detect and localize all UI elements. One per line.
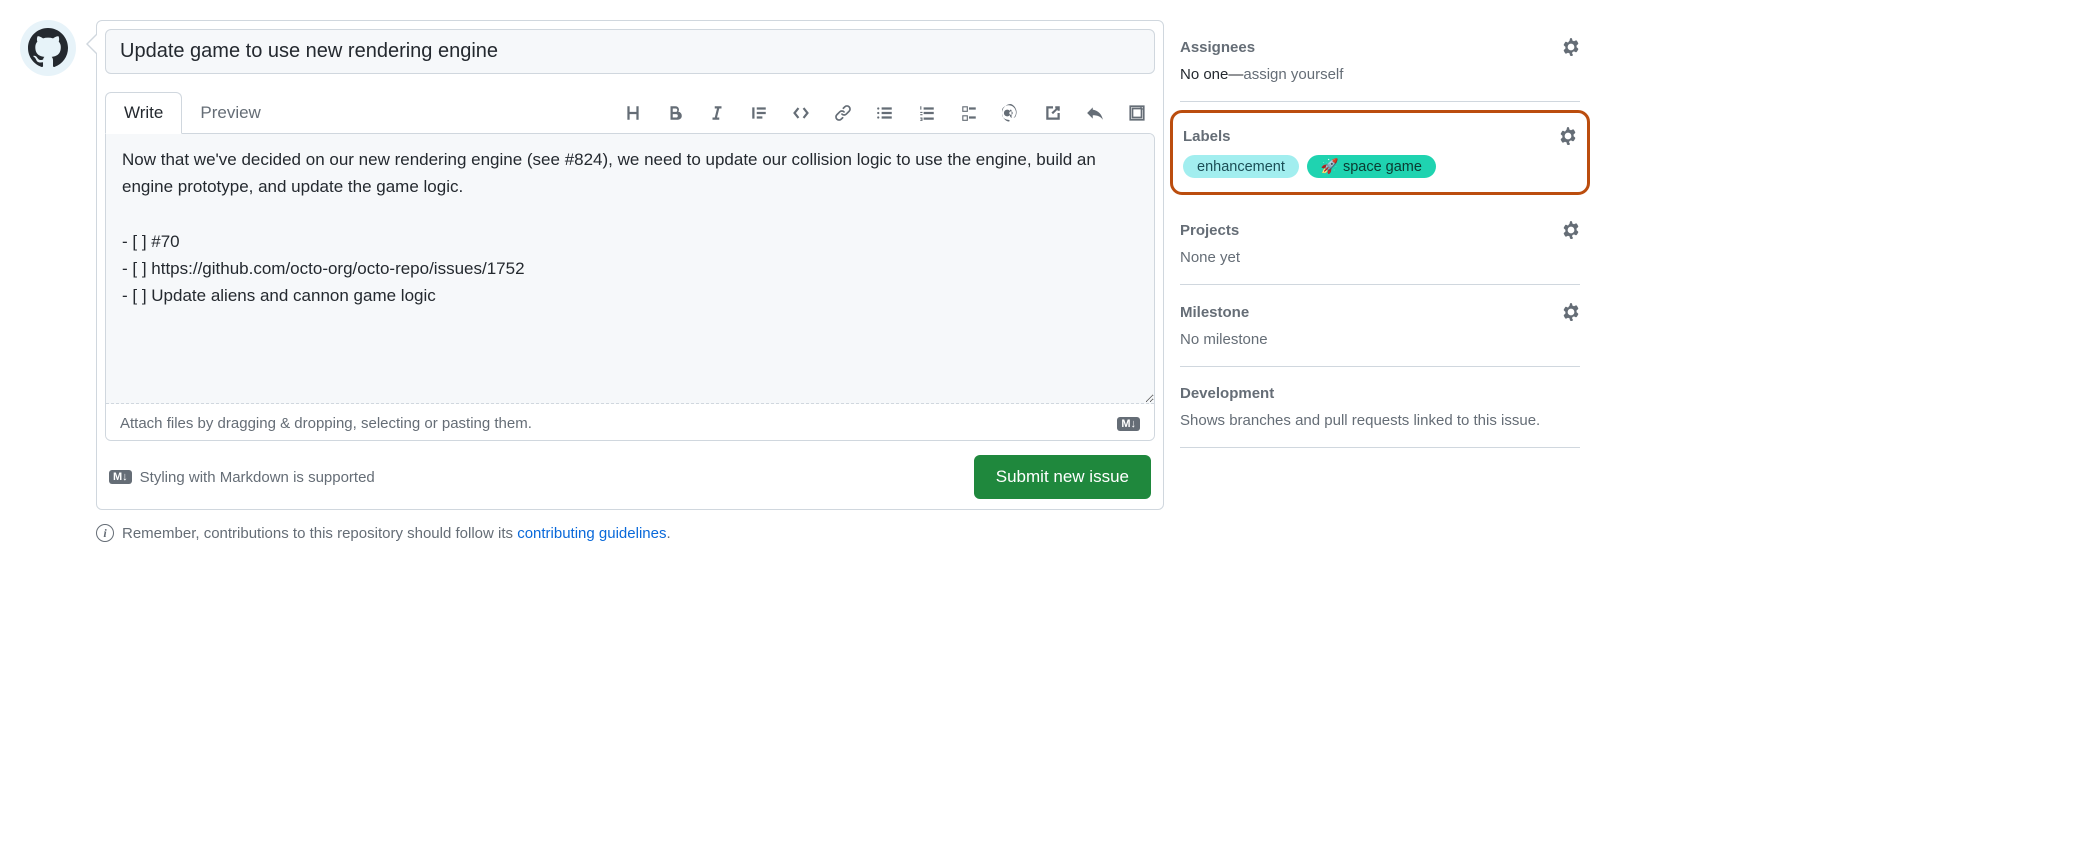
label-pill[interactable]: 🚀 space game — [1307, 155, 1436, 178]
contributing-guidelines-link[interactable]: contributing guidelines — [517, 525, 666, 542]
italic-icon[interactable] — [705, 101, 729, 125]
assign-yourself-link[interactable]: assign yourself — [1243, 66, 1343, 83]
avatar[interactable] — [20, 20, 76, 76]
contribute-note: i Remember, contributions to this reposi… — [96, 524, 1164, 542]
labels-section-highlight: Labels enhancement 🚀 space game — [1170, 110, 1590, 195]
projects-body: None yet — [1180, 249, 1580, 266]
diff-icon[interactable] — [1125, 101, 1149, 125]
bold-icon[interactable] — [663, 101, 687, 125]
gear-icon[interactable] — [1562, 303, 1580, 321]
tab-write[interactable]: Write — [105, 92, 182, 134]
milestone-title: Milestone — [1180, 304, 1249, 321]
sidebar: Assignees No one—assign yourself Labels … — [1180, 20, 1580, 542]
development-title: Development — [1180, 385, 1274, 402]
label-pill[interactable]: enhancement — [1183, 155, 1299, 178]
ordered-list-icon[interactable] — [915, 101, 939, 125]
mention-icon[interactable] — [999, 101, 1023, 125]
task-list-icon[interactable] — [957, 101, 981, 125]
cross-reference-icon[interactable] — [1041, 101, 1065, 125]
submit-button[interactable]: Submit new issue — [974, 455, 1151, 499]
markdown-toolbar — [621, 101, 1155, 125]
labels-title: Labels — [1183, 128, 1231, 145]
markdown-icon: M↓ — [109, 470, 132, 484]
body-textarea[interactable] — [106, 134, 1154, 404]
markdown-icon: M↓ — [1117, 417, 1140, 431]
gear-icon[interactable] — [1562, 38, 1580, 56]
development-body: Shows branches and pull requests linked … — [1180, 412, 1580, 429]
projects-title: Projects — [1180, 222, 1239, 239]
quote-icon[interactable] — [747, 101, 771, 125]
milestone-body: No milestone — [1180, 331, 1580, 348]
assignees-title: Assignees — [1180, 39, 1255, 56]
attach-hint[interactable]: Attach files by dragging & dropping, sel… — [120, 415, 532, 432]
title-input[interactable] — [105, 29, 1155, 74]
link-icon[interactable] — [831, 101, 855, 125]
tab-preview[interactable]: Preview — [182, 92, 278, 133]
octocat-icon — [28, 28, 68, 68]
info-icon: i — [96, 524, 114, 542]
heading-icon[interactable] — [621, 101, 645, 125]
code-icon[interactable] — [789, 101, 813, 125]
markdown-support-note[interactable]: Styling with Markdown is supported — [140, 469, 375, 486]
gear-icon[interactable] — [1559, 127, 1577, 145]
issue-form: Write Preview — [96, 20, 1164, 510]
reply-icon[interactable] — [1083, 101, 1107, 125]
unordered-list-icon[interactable] — [873, 101, 897, 125]
gear-icon[interactable] — [1562, 221, 1580, 239]
